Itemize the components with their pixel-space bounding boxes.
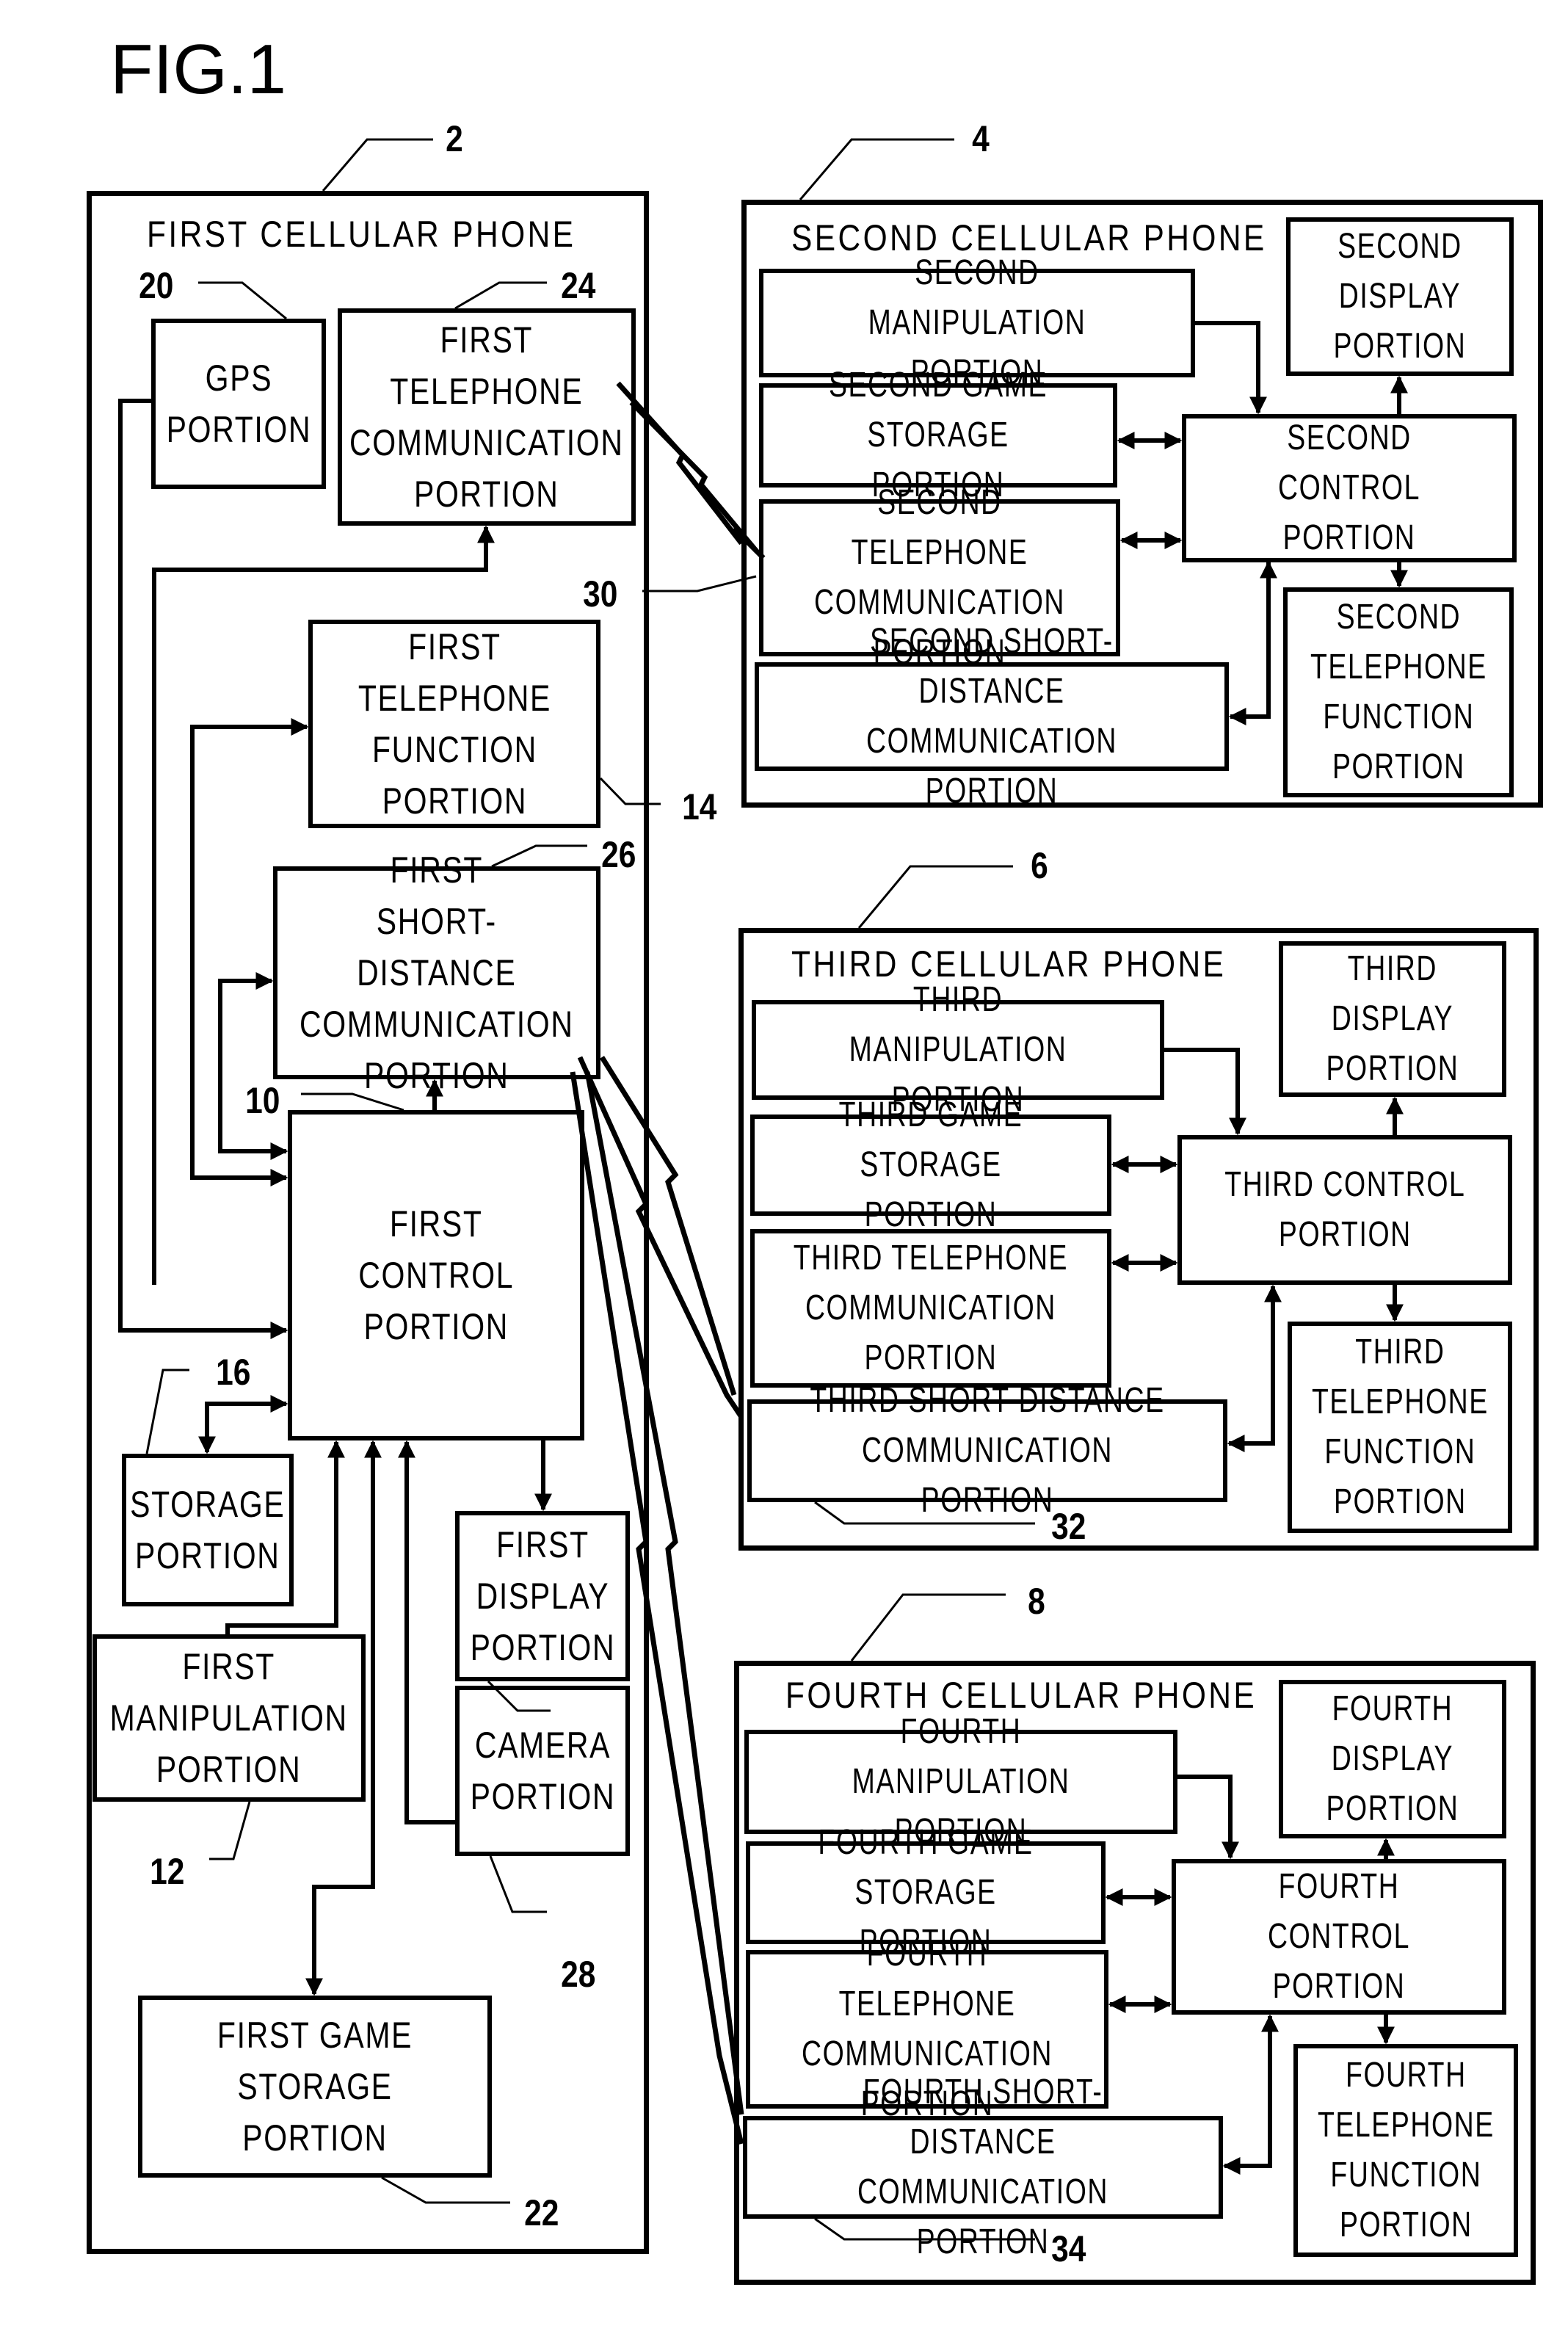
second-control-portion: SECOND CONTROL PORTION [1182,414,1517,562]
fourth-game-storage-portion: FOURTH GAME STORAGE PORTION [746,1823,1106,1962]
ref-10: 10 [245,1080,280,1121]
first-control-label: FIRST CONTROL PORTION [358,1203,514,1347]
leader-30 [642,575,757,592]
ref-2: 2 [446,118,463,159]
ref-6: 6 [1031,845,1048,886]
first-telephone-communication-label: FIRST TELEPHONE COMMUNICATION PORTION [349,319,624,515]
fourth-display-portion: FOURTH DISPLAY PORTION [1279,1680,1506,1838]
first-manipulation-label: FIRST MANIPULATION PORTION [109,1646,349,1790]
ref-8: 8 [1028,1581,1045,1622]
ref-14: 14 [682,786,717,827]
fourth-short-distance-communication-portion: FOURTH SHORT-DISTANCE COMMUNICATION PORT… [743,2073,1223,2261]
ref-28: 28 [561,1954,596,1995]
fourth-telephone-function-portion: FOURTH TELEPHONE FUNCTION PORTION [1293,2044,1518,2257]
first-manipulation-portion: FIRST MANIPULATION PORTION [92,1634,366,1802]
third-display-portion: THIRD DISPLAY PORTION [1279,941,1506,1097]
first-game-storage-portion: FIRST GAME STORAGE PORTION [138,1996,492,2178]
ref-20: 20 [139,265,174,306]
second-game-storage-portion: SECOND GAME STORAGE PORTION [759,366,1117,504]
first-control-portion: FIRST CONTROL PORTION [288,1110,584,1440]
third-telephone-function-label: THIRD TELEPHONE FUNCTION PORTION [1311,1333,1489,1521]
third-telephone-communication-label: THIRD TELEPHONE COMMUNICATION PORTION [793,1239,1069,1377]
gps-portion-label: GPS PORTION [166,358,311,450]
camera-label: CAMERA PORTION [470,1725,615,1817]
third-manipulation-portion: THIRD MANIPULATION PORTION [752,980,1164,1119]
third-game-storage-label: THIRD GAME STORAGE PORTION [838,1095,1023,1234]
third-display-label: THIRD DISPLAY PORTION [1326,949,1459,1088]
first-display-label: FIRST DISPLAY PORTION [470,1524,615,1668]
first-display-portion: FIRST DISPLAY PORTION [455,1511,630,1681]
ref-12: 12 [150,1851,185,1892]
first-telephone-function-portion: FIRST TELEPHONE FUNCTION PORTION [308,620,600,828]
first-telephone-communication-portion: FIRST TELEPHONE COMMUNICATION PORTION [338,308,636,526]
ref-30: 30 [583,573,618,615]
first-phone-title: FIRST CELLULAR PHONE [147,214,576,255]
third-game-storage-portion: THIRD GAME STORAGE PORTION [750,1095,1111,1234]
third-control-label: THIRD CONTROL PORTION [1224,1165,1466,1254]
first-short-distance-label: FIRST SHORT-DISTANCE COMMUNICATION PORTI… [300,849,574,1096]
second-short-distance-label: SECOND SHORT-DISTANCE COMMUNICATION PORT… [866,622,1117,811]
fourth-control-portion: FOURTH CONTROL PORTION [1172,1859,1506,2015]
fourth-display-label: FOURTH DISPLAY PORTION [1326,1689,1459,1828]
fourth-short-distance-label: FOURTH SHORT-DISTANCE COMMUNICATION PORT… [857,2073,1108,2261]
ref-4: 4 [972,118,990,159]
third-telephone-function-portion: THIRD TELEPHONE FUNCTION PORTION [1288,1322,1512,1533]
leader-8 [850,1593,1006,1661]
ref-24: 24 [561,265,596,306]
leader-6 [857,865,1013,929]
fourth-control-label: FOURTH CONTROL PORTION [1268,1867,1410,2006]
first-short-distance-communication-portion: FIRST SHORT-DISTANCE COMMUNICATION PORTI… [273,849,600,1096]
storage-label: STORAGE PORTION [130,1484,286,1576]
second-control-label: SECOND CONTROL PORTION [1278,418,1420,557]
ref-22: 22 [524,2192,559,2233]
third-short-distance-communication-portion: THIRD SHORT-DISTANCE COMMUNICATION PORTI… [747,1381,1227,1520]
third-telephone-communication-portion: THIRD TELEPHONE COMMUNICATION PORTION [750,1229,1111,1388]
first-telephone-function-label: FIRST TELEPHONE FUNCTION PORTION [357,626,551,822]
second-display-portion: SECOND DISPLAY PORTION [1286,217,1514,376]
second-display-label: SECOND DISPLAY PORTION [1333,227,1467,366]
ref-34: 34 [1051,2228,1086,2269]
storage-portion: STORAGE PORTION [122,1454,294,1606]
camera-portion: CAMERA PORTION [455,1686,630,1856]
ref-26: 26 [601,834,636,875]
leader-4 [799,138,954,200]
ref-32: 32 [1051,1506,1086,1547]
second-telephone-function-portion: SECOND TELEPHONE FUNCTION PORTION [1283,587,1514,797]
gps-portion: GPS PORTION [151,319,326,489]
third-short-distance-label: THIRD SHORT-DISTANCE COMMUNICATION PORTI… [810,1381,1165,1520]
second-short-distance-communication-portion: SECOND SHORT-DISTANCE COMMUNICATION PORT… [755,622,1229,811]
first-game-storage-label: FIRST GAME STORAGE PORTION [217,2015,413,2159]
second-telephone-function-label: SECOND TELEPHONE FUNCTION PORTION [1310,598,1487,786]
ref-16: 16 [216,1352,251,1393]
figure-label: FIG.1 [110,30,287,109]
wireless-link-first-to-second-b [629,400,758,553]
leader-2 [322,138,433,192]
third-control-portion: THIRD CONTROL PORTION [1177,1135,1512,1285]
fourth-telephone-function-label: FOURTH TELEPHONE FUNCTION PORTION [1317,2056,1495,2244]
